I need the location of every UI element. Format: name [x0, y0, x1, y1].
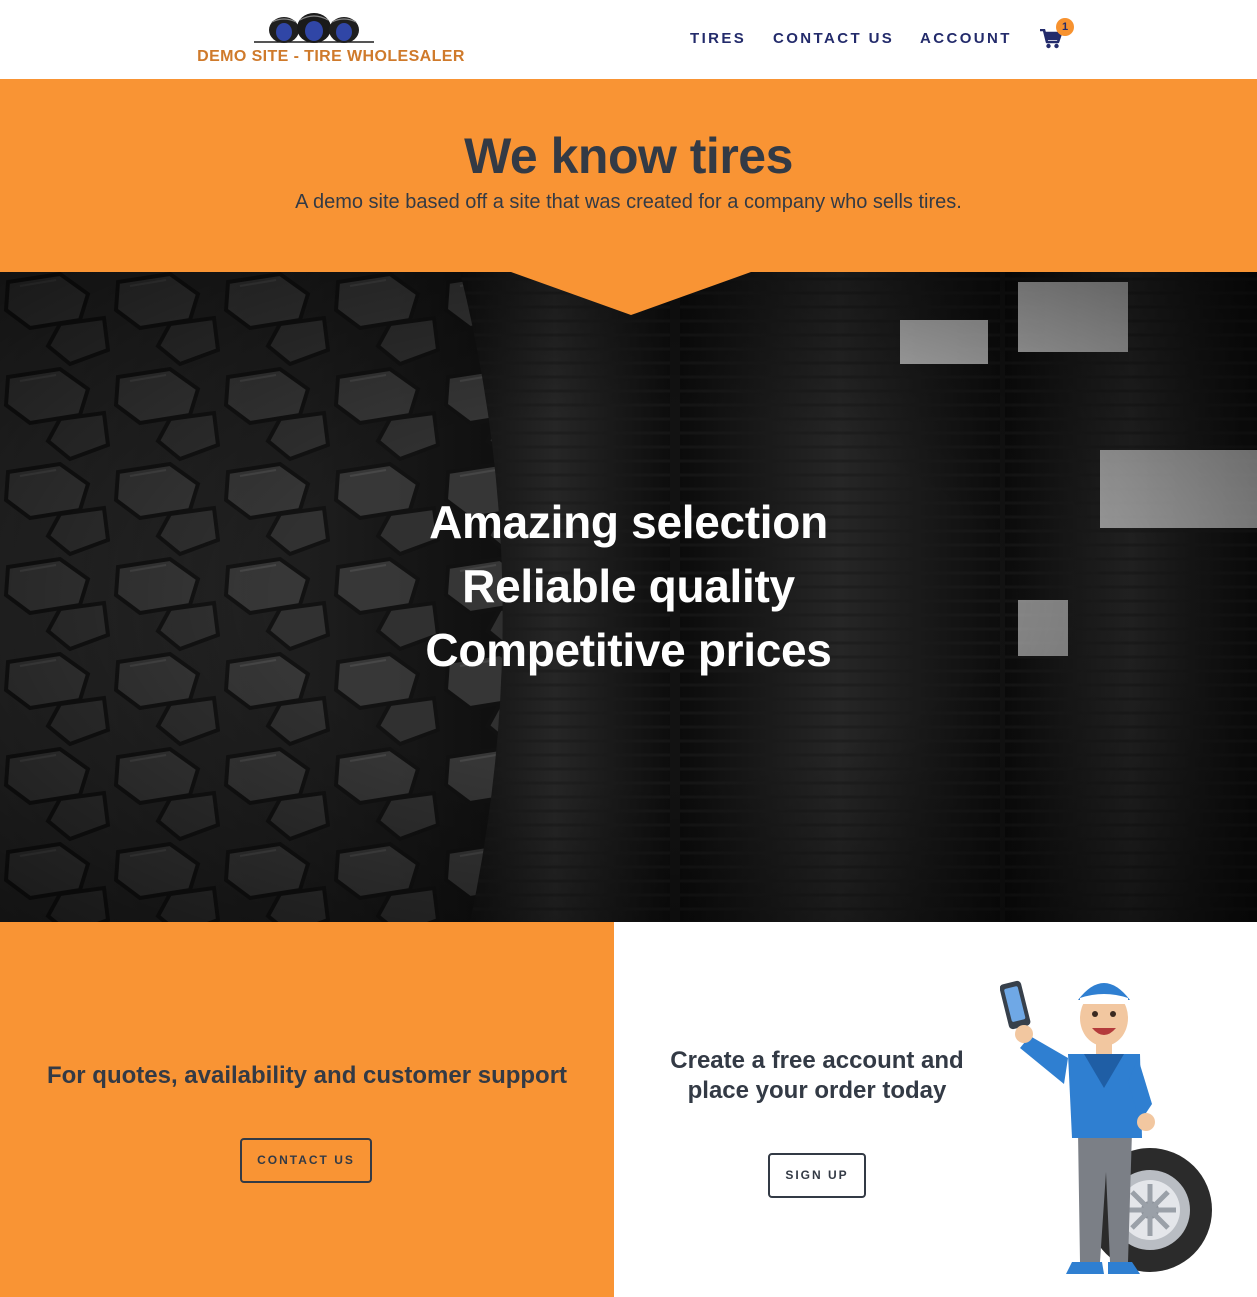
- tires-banner: Amazing selection Reliable quality Compe…: [0, 272, 1257, 922]
- nav-tires[interactable]: TIRES: [690, 30, 746, 47]
- sign-up-button[interactable]: SIGN UP: [768, 1153, 866, 1198]
- contact-us-button[interactable]: CONTACT US: [240, 1138, 372, 1183]
- cart-count-badge: 1: [1056, 18, 1074, 36]
- support-panel: For quotes, availability and customer su…: [0, 922, 614, 1297]
- site-logo[interactable]: DEMO SITE - TIRE WHOLESALER: [196, 12, 466, 70]
- nav-contact-us[interactable]: CONTACT US: [773, 30, 894, 47]
- signup-heading: Create a free account and place your ord…: [670, 1047, 964, 1104]
- tagline-selection: Amazing selection: [429, 496, 828, 548]
- hero-title: We know tires: [464, 128, 793, 184]
- logo-text: DEMO SITE - TIRE WHOLESALER: [197, 48, 465, 65]
- hero-section: We know tires A demo site based off a si…: [0, 79, 1257, 272]
- tires-logo-icon: [254, 13, 374, 43]
- mechanic-illustration: [1000, 980, 1212, 1274]
- tagline-quality: Reliable quality: [462, 560, 795, 612]
- banner-taglines: Amazing selection Reliable quality Compe…: [0, 490, 1257, 682]
- signup-panel: Create a free account and place your ord…: [614, 922, 1257, 1297]
- cart-button[interactable]: 1: [1040, 18, 1074, 54]
- section-arrow-divider: [511, 272, 751, 315]
- site-header: DEMO SITE - TIRE WHOLESALER TIRES CONTAC…: [0, 0, 1257, 79]
- support-heading: For quotes, availability and customer su…: [46, 1062, 568, 1089]
- nav-account[interactable]: ACCOUNT: [920, 30, 1012, 47]
- tagline-prices: Competitive prices: [425, 624, 832, 676]
- hero-subtitle: A demo site based off a site that was cr…: [295, 191, 962, 213]
